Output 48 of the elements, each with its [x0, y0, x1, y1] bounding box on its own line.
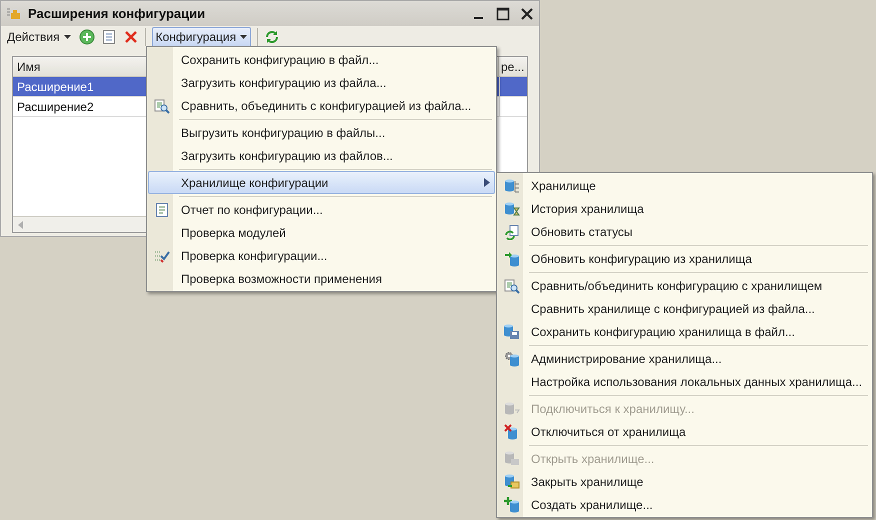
menu-item[interactable]: Сравнить/объединить конфигурацию с хранилищем: [498, 274, 871, 297]
menu-item[interactable]: Сохранить конфигурацию в файл...: [148, 48, 495, 71]
menu-item[interactable]: Выгрузить конфигурацию в файлы...: [148, 121, 495, 144]
database-arrow-icon: [504, 250, 520, 266]
configuration-menu-button[interactable]: Конфигурация: [152, 26, 252, 48]
menu-item[interactable]: Отключиться от хранилища: [498, 420, 871, 443]
magnifier-icon: [154, 98, 170, 114]
menu-item[interactable]: Хранилище: [498, 174, 871, 197]
actions-menu-button[interactable]: Действия: [5, 27, 73, 47]
app-icon: [6, 6, 22, 20]
menu-item[interactable]: Загрузить конфигурацию из файлов...: [148, 144, 495, 167]
database-folder-icon: [504, 474, 520, 490]
database-plus-icon: [504, 496, 520, 512]
maximize-icon[interactable]: [496, 6, 510, 20]
menu-item[interactable]: Проверка возможности применения: [148, 267, 495, 290]
menu-item[interactable]: Хранилище конфигурации: [148, 171, 495, 194]
menu-item[interactable]: Администрирование хранилища...: [498, 347, 871, 370]
menu-item[interactable]: История хранилища: [498, 197, 871, 220]
menu-item[interactable]: Сравнить хранилище с конфигурацией из файла...: [498, 297, 871, 320]
delete-icon[interactable]: [122, 29, 139, 45]
close-icon[interactable]: [520, 6, 534, 20]
menu-item[interactable]: Настройка использования локальных данных хранилища...: [498, 370, 871, 393]
menu-item[interactable]: Сравнить, объединить с конфигурацией из файла...: [148, 94, 495, 117]
menu-item[interactable]: Обновить конфигурацию из хранилища: [498, 247, 871, 270]
menu-item[interactable]: Создать хранилище...: [498, 493, 871, 516]
database-folder-icon: [504, 450, 520, 466]
database-hourglass-icon: [504, 200, 520, 216]
menu-item[interactable]: Отчет по конфигурации...: [148, 198, 495, 221]
window-title: Расширения конфигурации: [28, 4, 206, 23]
document-icon: [154, 202, 170, 218]
menu-item[interactable]: Сохранить конфигурацию хранилища в файл...: [498, 320, 871, 343]
caret-icon: [64, 35, 71, 39]
caret-icon: [240, 35, 248, 39]
submenu-arrow-icon: [484, 178, 490, 187]
menu-item[interactable]: Загрузить конфигурацию из файла...: [148, 71, 495, 94]
database-cross-icon: [504, 424, 520, 440]
column-header[interactable]: ре...: [499, 57, 527, 76]
menu-item[interactable]: Проверка конфигурации...: [148, 244, 495, 267]
database-save-icon: [504, 324, 520, 340]
add-icon[interactable]: [78, 29, 95, 45]
menu-item[interactable]: Закрыть хранилище: [498, 470, 871, 493]
menu-item[interactable]: Обновить статусы: [498, 220, 871, 243]
magnifier-icon: [504, 278, 520, 294]
database-gear-icon: [504, 350, 520, 366]
menu-item[interactable]: Проверка модулей: [148, 221, 495, 244]
refresh-icon[interactable]: [264, 29, 280, 45]
refresh-document-icon: [504, 224, 520, 240]
database-tree-icon: [504, 178, 520, 194]
